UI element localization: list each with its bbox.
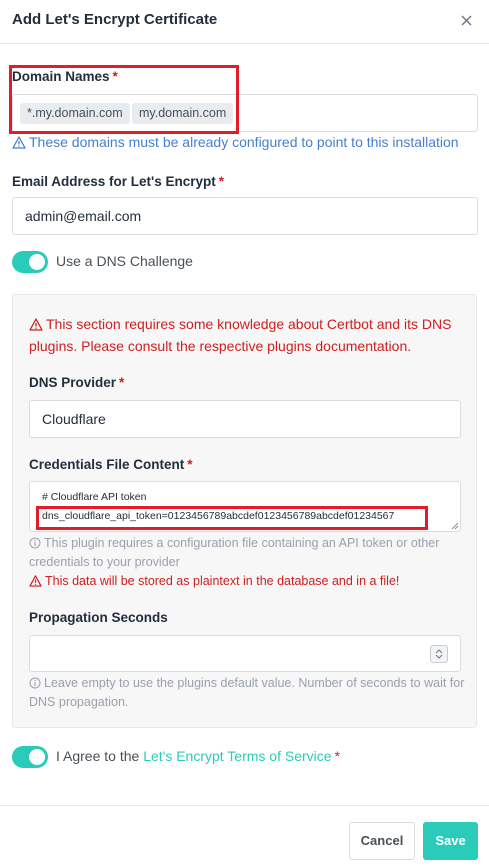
domain-names-hint: These domains must be already configured… bbox=[12, 134, 459, 150]
highlight-box-domains bbox=[9, 65, 239, 134]
email-label: Email Address for Let's Encrypt * bbox=[12, 174, 225, 189]
dns-provider-label: DNS Provider * bbox=[29, 375, 125, 390]
dns-challenge-toggle[interactable] bbox=[12, 251, 48, 273]
credentials-hint: This plugin requires a configuration fil… bbox=[29, 536, 440, 569]
warning-triangle-icon bbox=[12, 136, 26, 149]
modal-footer bbox=[0, 805, 489, 867]
resize-grip-icon[interactable] bbox=[449, 520, 459, 530]
modal-header: Add Let's Encrypt Certificate bbox=[0, 0, 489, 44]
credentials-line-comment: # Cloudflare API token bbox=[42, 491, 147, 503]
dns-challenge-label: Use a DNS Challenge bbox=[56, 253, 193, 269]
propagation-seconds-input[interactable] bbox=[29, 635, 461, 672]
dns-provider-value: Cloudflare bbox=[42, 411, 106, 427]
warning-triangle-icon bbox=[29, 575, 42, 587]
dns-section-warning: This section requires some knowledge abo… bbox=[29, 316, 452, 354]
modal-title: Add Let's Encrypt Certificate bbox=[12, 11, 218, 28]
toggle-knob bbox=[29, 749, 45, 765]
save-button[interactable]: Save bbox=[423, 822, 478, 860]
email-field[interactable]: admin@email.com bbox=[12, 197, 478, 235]
agree-tos-toggle[interactable] bbox=[12, 746, 48, 768]
info-circle-icon bbox=[29, 537, 41, 549]
agree-tos-label: I Agree to the Let's Encrypt Terms of Se… bbox=[56, 748, 341, 764]
number-spinner[interactable] bbox=[430, 645, 448, 663]
propagation-hint: Leave empty to use the plugins default v… bbox=[29, 676, 465, 709]
propagation-label: Propagation Seconds bbox=[29, 610, 168, 625]
close-button[interactable] bbox=[459, 11, 475, 29]
credentials-warning: This data will be stored as plaintext in… bbox=[29, 574, 399, 588]
dns-provider-select[interactable]: Cloudflare bbox=[29, 400, 461, 438]
highlight-box-token bbox=[36, 506, 428, 530]
tos-link[interactable]: Let's Encrypt Terms of Service bbox=[143, 748, 331, 764]
close-icon bbox=[459, 11, 475, 29]
email-value: admin@email.com bbox=[25, 208, 142, 224]
toggle-knob bbox=[29, 254, 45, 270]
info-circle-icon bbox=[29, 677, 41, 689]
cancel-button[interactable]: Cancel bbox=[349, 822, 415, 860]
credentials-label: Credentials File Content * bbox=[29, 457, 193, 472]
warning-triangle-icon bbox=[29, 318, 43, 331]
